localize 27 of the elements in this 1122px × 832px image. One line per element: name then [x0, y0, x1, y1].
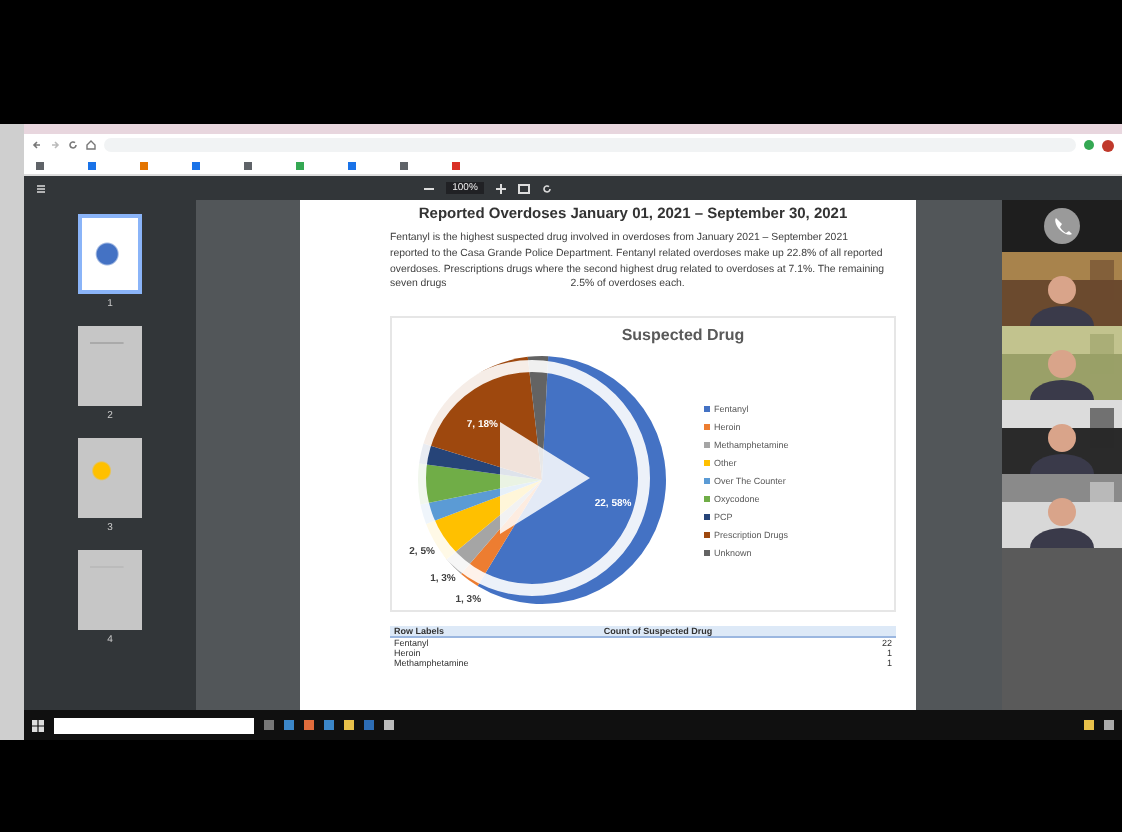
bookmark-icon[interactable] — [296, 161, 304, 169]
rotate-icon[interactable] — [541, 183, 552, 193]
reload-icon[interactable] — [68, 140, 78, 150]
back-icon[interactable] — [32, 140, 42, 150]
windows-icon[interactable] — [32, 719, 44, 731]
page-thumbnail[interactable] — [78, 326, 142, 406]
bookmark-icon[interactable] — [400, 161, 408, 169]
page-thumbnail[interactable] — [78, 214, 142, 294]
page-thumbnail[interactable] — [78, 438, 142, 518]
chart-title: Suspected Drug — [621, 326, 745, 345]
zoom-out-icon[interactable] — [424, 185, 435, 191]
bookmark-icon[interactable] — [88, 161, 96, 169]
profile-icon[interactable] — [1102, 139, 1114, 151]
bookmark-icon[interactable] — [348, 161, 356, 169]
bookmark-icon[interactable] — [244, 161, 252, 169]
fit-page-icon[interactable] — [517, 183, 530, 193]
bookmark-icon[interactable] — [192, 161, 200, 169]
menu-icon[interactable] — [36, 183, 46, 193]
home-icon[interactable] — [86, 140, 96, 150]
bookmark-icon[interactable] — [36, 161, 44, 169]
zoom-in-icon[interactable] — [495, 183, 506, 193]
page-thumbnail[interactable] — [78, 550, 142, 630]
bookmark-icon[interactable] — [140, 161, 148, 169]
extension-icon[interactable] — [1084, 140, 1094, 150]
search-field[interactable] — [54, 717, 254, 733]
bookmark-icon[interactable] — [452, 161, 460, 169]
phone-icon[interactable] — [1044, 208, 1080, 244]
